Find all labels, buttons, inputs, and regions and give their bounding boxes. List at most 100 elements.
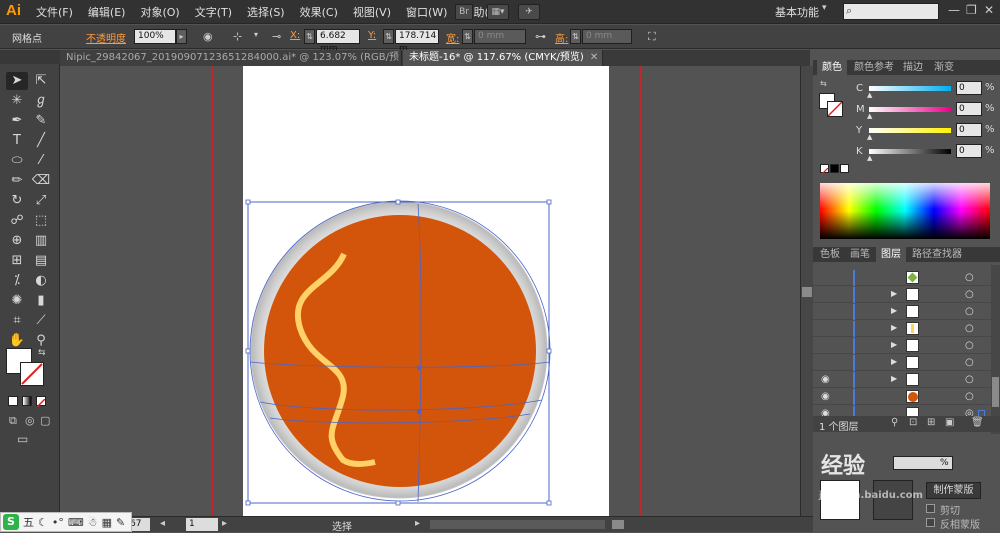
width-field[interactable]: 0 mm — [474, 29, 526, 44]
target-icon[interactable]: ○ — [965, 323, 974, 334]
gradient-tool-icon[interactable]: ▤ — [30, 252, 52, 270]
paintbrush-tool-icon[interactable]: ⁄ — [30, 152, 52, 170]
layers-scrollbar[interactable] — [991, 265, 1000, 435]
punctuation-icon[interactable]: •° — [52, 516, 64, 529]
new-layer-icon[interactable]: ▣ — [945, 417, 954, 428]
draw-inside-icon[interactable]: ▢ — [40, 414, 50, 427]
help-search-input[interactable]: ⌕ — [843, 3, 939, 20]
shape-builder-tool-icon[interactable]: ⊕ — [6, 232, 28, 250]
clip-mask-icon[interactable]: ⊡ — [909, 417, 917, 428]
target-icon[interactable]: ○ — [965, 289, 974, 300]
chevron-down-icon[interactable]: ▾ — [254, 30, 258, 39]
panel-grip[interactable] — [0, 50, 60, 64]
eyedropper-tool-icon[interactable]: ⁒ — [6, 272, 28, 290]
color-mode-icon[interactable] — [8, 396, 18, 406]
white-swatch[interactable] — [840, 164, 849, 173]
locate-object-icon[interactable]: ⚲ — [891, 417, 898, 428]
curvature-tool-icon[interactable]: ✎ — [30, 112, 52, 130]
tab-brushes[interactable]: 画笔 — [845, 247, 875, 262]
black-swatch[interactable] — [830, 164, 839, 173]
page-field[interactable]: 1 — [186, 518, 218, 531]
screen-mode-icon[interactable]: ▭ — [17, 432, 28, 446]
expand-arrow-icon[interactable]: ▶ — [891, 374, 897, 383]
close-icon[interactable]: ✕ — [590, 52, 598, 63]
keyboard-icon[interactable]: ⌨ — [68, 516, 84, 529]
layer-row[interactable]: ◉ ○ — [813, 389, 991, 405]
y-stepper[interactable]: ⇅ — [383, 29, 394, 44]
eye-icon[interactable]: ◉ — [821, 391, 830, 402]
layer-row[interactable]: ▶ ○ — [813, 338, 991, 354]
tab-document-1[interactable]: Nipic_29842067_20190907123651284000.ai* … — [60, 50, 402, 79]
x-stepper[interactable]: ⇅ — [304, 29, 315, 44]
layer-row[interactable]: ▶ ○ — [813, 287, 991, 303]
target-icon[interactable]: ○ — [965, 391, 974, 402]
canvas-vertical-scrollbar[interactable] — [800, 66, 813, 516]
bridge-button[interactable]: Br — [455, 4, 473, 20]
slice-tool-icon[interactable]: ⟋ — [30, 312, 52, 330]
pen-tool-icon[interactable]: ✒ — [6, 112, 28, 130]
graph-tool-icon[interactable]: ▮ — [30, 292, 52, 310]
invert-mask-checkbox[interactable] — [926, 518, 935, 527]
chevron-down-icon[interactable]: ▾ — [822, 3, 827, 13]
menu-effect[interactable]: 效果(C) — [300, 4, 338, 20]
color-spectrum[interactable] — [820, 183, 990, 239]
handle[interactable] — [395, 500, 401, 506]
slider-knob[interactable]: ▲ — [867, 133, 872, 141]
convert-anchor-icon[interactable]: ⊸ — [272, 30, 281, 43]
close-icon[interactable]: ✕ — [984, 3, 994, 17]
magic-wand-icon[interactable]: ✳ — [6, 92, 28, 110]
black-slider[interactable] — [869, 149, 951, 154]
eye-icon[interactable]: ◉ — [821, 374, 830, 385]
trash-icon[interactable]: 🗑 — [971, 417, 984, 428]
layer-row[interactable]: ▶ ○ — [813, 304, 991, 320]
gradient-mode-icon[interactable] — [22, 396, 32, 406]
tab-color[interactable]: 颜色 — [817, 60, 847, 75]
tab-swatches[interactable]: 色板 — [815, 247, 845, 262]
type-tool-icon[interactable]: T — [6, 132, 28, 150]
width-stepper[interactable]: ⇅ — [462, 29, 473, 44]
handle[interactable] — [245, 500, 251, 506]
target-icon[interactable]: ○ — [965, 272, 974, 283]
slider-knob[interactable]: ▲ — [867, 154, 872, 162]
tab-pathfinder[interactable]: 路径查找器 — [907, 247, 967, 262]
sogou-logo-icon[interactable]: S — [3, 514, 19, 530]
reference-point-icon[interactable]: ⊹ — [233, 30, 242, 43]
expand-arrow-icon[interactable]: ▶ — [891, 306, 897, 315]
magenta-field[interactable]: 0 — [956, 102, 982, 116]
expand-arrow-icon[interactable]: ▶ — [891, 323, 897, 332]
handle[interactable] — [546, 199, 552, 205]
opacity-dropdown[interactable]: ▸ — [176, 29, 187, 44]
black-field[interactable]: 0 — [956, 144, 982, 158]
free-transform-tool-icon[interactable]: ⬚ — [30, 212, 52, 230]
scrollbar-thumb[interactable] — [612, 520, 624, 529]
symbol-sprayer-tool-icon[interactable]: ✺ — [6, 292, 28, 310]
swap-fill-stroke-icon[interactable]: ⇆ — [38, 348, 46, 358]
target-icon[interactable]: ○ — [965, 306, 974, 317]
horizontal-scrollbar[interactable] — [430, 520, 605, 529]
new-sublayer-icon[interactable]: ⊞ — [927, 417, 935, 428]
minimize-icon[interactable]: — — [948, 3, 960, 17]
make-mask-button[interactable]: 制作蒙版 — [926, 482, 981, 499]
scale-tool-icon[interactable]: ⤢ — [30, 192, 52, 210]
expand-arrow-icon[interactable]: ▶ — [891, 357, 897, 366]
scrollbar-thumb[interactable] — [802, 287, 812, 297]
cyan-slider[interactable] — [869, 86, 951, 91]
mesh-point[interactable] — [417, 366, 421, 370]
layer-row[interactable]: ○ — [813, 270, 991, 286]
none-mode-icon[interactable] — [36, 396, 46, 408]
status-menu-icon[interactable]: ▸ — [415, 518, 420, 529]
opacity-label[interactable]: 不透明度 — [86, 30, 126, 45]
blend-tool-icon[interactable]: ◐ — [30, 272, 52, 290]
tab-color-guide[interactable]: 颜色参考 — [849, 60, 899, 75]
restore-icon[interactable]: ❐ — [966, 3, 977, 17]
opacity-field[interactable]: 100% — [134, 29, 176, 44]
workspace-switcher[interactable]: 基本功能 — [775, 4, 819, 20]
handle[interactable] — [245, 199, 251, 205]
pencil-tool-icon[interactable]: ✏ — [6, 172, 28, 190]
tab-stroke[interactable]: 描边 — [898, 60, 928, 75]
slider-knob[interactable]: ▲ — [867, 91, 872, 99]
draw-behind-icon[interactable]: ◎ — [25, 414, 35, 427]
menu-object[interactable]: 对象(O) — [140, 4, 179, 20]
moon-icon[interactable]: ☾ — [38, 516, 48, 529]
first-page-icon[interactable]: ◂ — [160, 518, 165, 529]
